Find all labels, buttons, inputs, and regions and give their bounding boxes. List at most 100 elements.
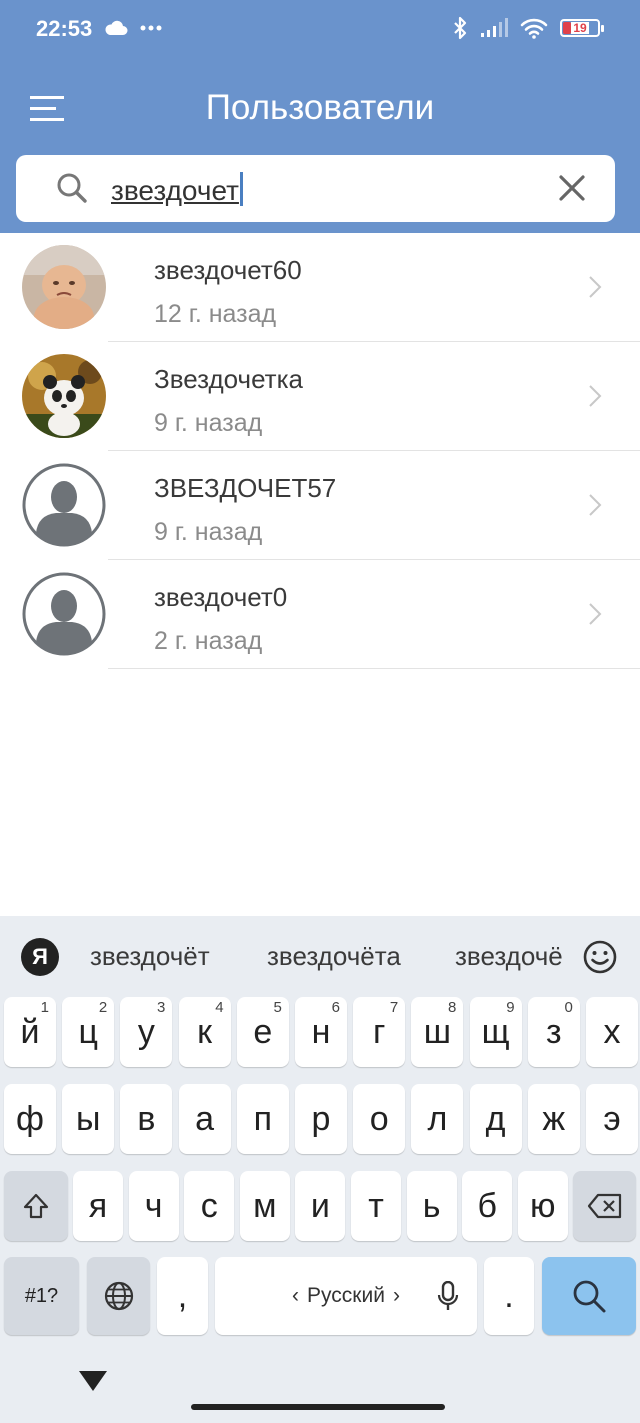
page-title: Пользователи [205,88,435,127]
user-row[interactable]: Звездочетка 9 г. назад [0,342,640,451]
symbols-key[interactable]: #1? [4,1257,79,1335]
space-key-label: Русский [307,1284,385,1307]
user-row[interactable]: звездочет60 12 г. назад [0,233,640,342]
key-щ[interactable]: щ9 [469,997,522,1067]
default-avatar-icon [22,463,106,547]
key-label: ж [542,1099,566,1138]
key-р[interactable]: р [295,1084,347,1154]
key-label: п [253,1099,272,1138]
key-label: л [427,1099,448,1138]
key-label: н [311,1012,331,1051]
key-label: ь [422,1186,441,1225]
backspace-icon [587,1193,621,1219]
suggestion-3[interactable]: звездочё [455,941,570,972]
key-hint: 4 [215,999,224,1016]
key-х[interactable]: х [586,997,638,1067]
user-last-seen: 9 г. назад [154,518,263,546]
key-ь[interactable]: ь [406,1171,457,1241]
hide-keyboard-icon[interactable] [78,1370,108,1392]
key-ф[interactable]: ф [4,1084,56,1154]
key-о[interactable]: о [353,1084,406,1154]
status-bar: 22:53 19 [0,0,640,58]
key-label: р [311,1099,331,1138]
key-hint: 5 [273,999,282,1016]
key-hint: 6 [331,999,340,1016]
shift-key[interactable] [4,1171,68,1241]
key-я[interactable]: я [73,1171,123,1241]
search-bar[interactable]: звездочет [16,155,615,222]
key-ч[interactable]: ч [128,1171,179,1241]
key-с[interactable]: с [184,1171,235,1241]
key-hint: 1 [40,999,49,1016]
period-key[interactable]: . [484,1257,534,1335]
close-icon [559,175,585,201]
user-row[interactable]: звездочет0 2 г. назад [0,560,640,669]
key-label: т [368,1186,384,1225]
key-л[interactable]: л [411,1084,464,1154]
user-avatar-photo [22,354,106,438]
yandex-logo-icon[interactable]: Я [21,938,59,976]
key-hint: 7 [389,999,399,1016]
key-у[interactable]: у3 [120,997,173,1067]
user-name: ЗВЕЗДОЧЕТ57 [154,473,337,503]
key-label: и [310,1186,330,1225]
key-ш[interactable]: ш8 [411,997,464,1067]
key-т[interactable]: т [351,1171,401,1241]
search-input[interactable]: звездочет [111,172,243,207]
key-е[interactable]: е5 [236,997,289,1067]
key-label: з [546,1012,562,1051]
comma-key[interactable]: , [157,1257,208,1335]
backspace-key[interactable] [573,1171,636,1241]
key-hint: 8 [448,999,457,1016]
key-ц[interactable]: ц2 [62,997,115,1067]
emoji-icon[interactable] [582,939,618,975]
key-hint: 0 [564,999,573,1016]
home-indicator[interactable] [191,1404,445,1410]
search-key[interactable] [542,1257,636,1335]
clear-search-button[interactable] [556,172,588,204]
user-name: звездочет0 [154,582,288,612]
key-ы[interactable]: ы [62,1084,115,1154]
key-label: ц [78,1012,98,1051]
space-key[interactable]: ‹ Русский › [215,1257,477,1335]
key-label: ч [144,1186,163,1225]
user-list: звездочет60 12 г. назад Звездочетка 9 г.… [0,233,640,669]
key-label: я [88,1186,108,1225]
suggestion-2[interactable]: звездочёта [267,941,401,972]
key-label: ю [530,1186,556,1225]
text-cursor [239,172,243,206]
key-э[interactable]: э [586,1084,638,1154]
key-д[interactable]: д [469,1084,522,1154]
key-н[interactable]: н6 [295,997,347,1067]
key-hint: 2 [98,999,108,1016]
key-hint: 9 [506,999,515,1016]
key-к[interactable]: к4 [178,997,231,1067]
key-ж[interactable]: ж [527,1084,580,1154]
key-а[interactable]: а [178,1084,231,1154]
key-label: г [372,1012,386,1051]
bluetooth-icon [454,16,467,40]
key-в[interactable]: в [120,1084,173,1154]
suggestion-1[interactable]: звездочёт [90,941,210,972]
key-label: м [253,1186,277,1225]
user-row[interactable]: ЗВЕЗДОЧЕТ57 9 г. назад [0,451,640,560]
user-last-seen: 9 г. назад [154,409,263,437]
key-label: х [603,1012,621,1051]
user-avatar-photo [22,245,106,329]
language-key[interactable] [87,1257,150,1335]
key-label: д [485,1099,506,1138]
key-б[interactable]: б [462,1171,513,1241]
key-м[interactable]: м [239,1171,290,1241]
key-и[interactable]: и [295,1171,346,1241]
key-г[interactable]: г7 [353,997,406,1067]
key-й[interactable]: й1 [4,997,56,1067]
shift-icon [23,1193,49,1219]
key-ю[interactable]: ю [517,1171,568,1241]
battery-level: 19 [571,21,589,35]
battery-icon: 19 [560,19,604,37]
key-label: б [477,1186,497,1225]
key-п[interactable]: п [236,1084,289,1154]
key-label: ф [16,1099,44,1138]
search-icon [57,173,87,203]
key-з[interactable]: з0 [527,997,580,1067]
